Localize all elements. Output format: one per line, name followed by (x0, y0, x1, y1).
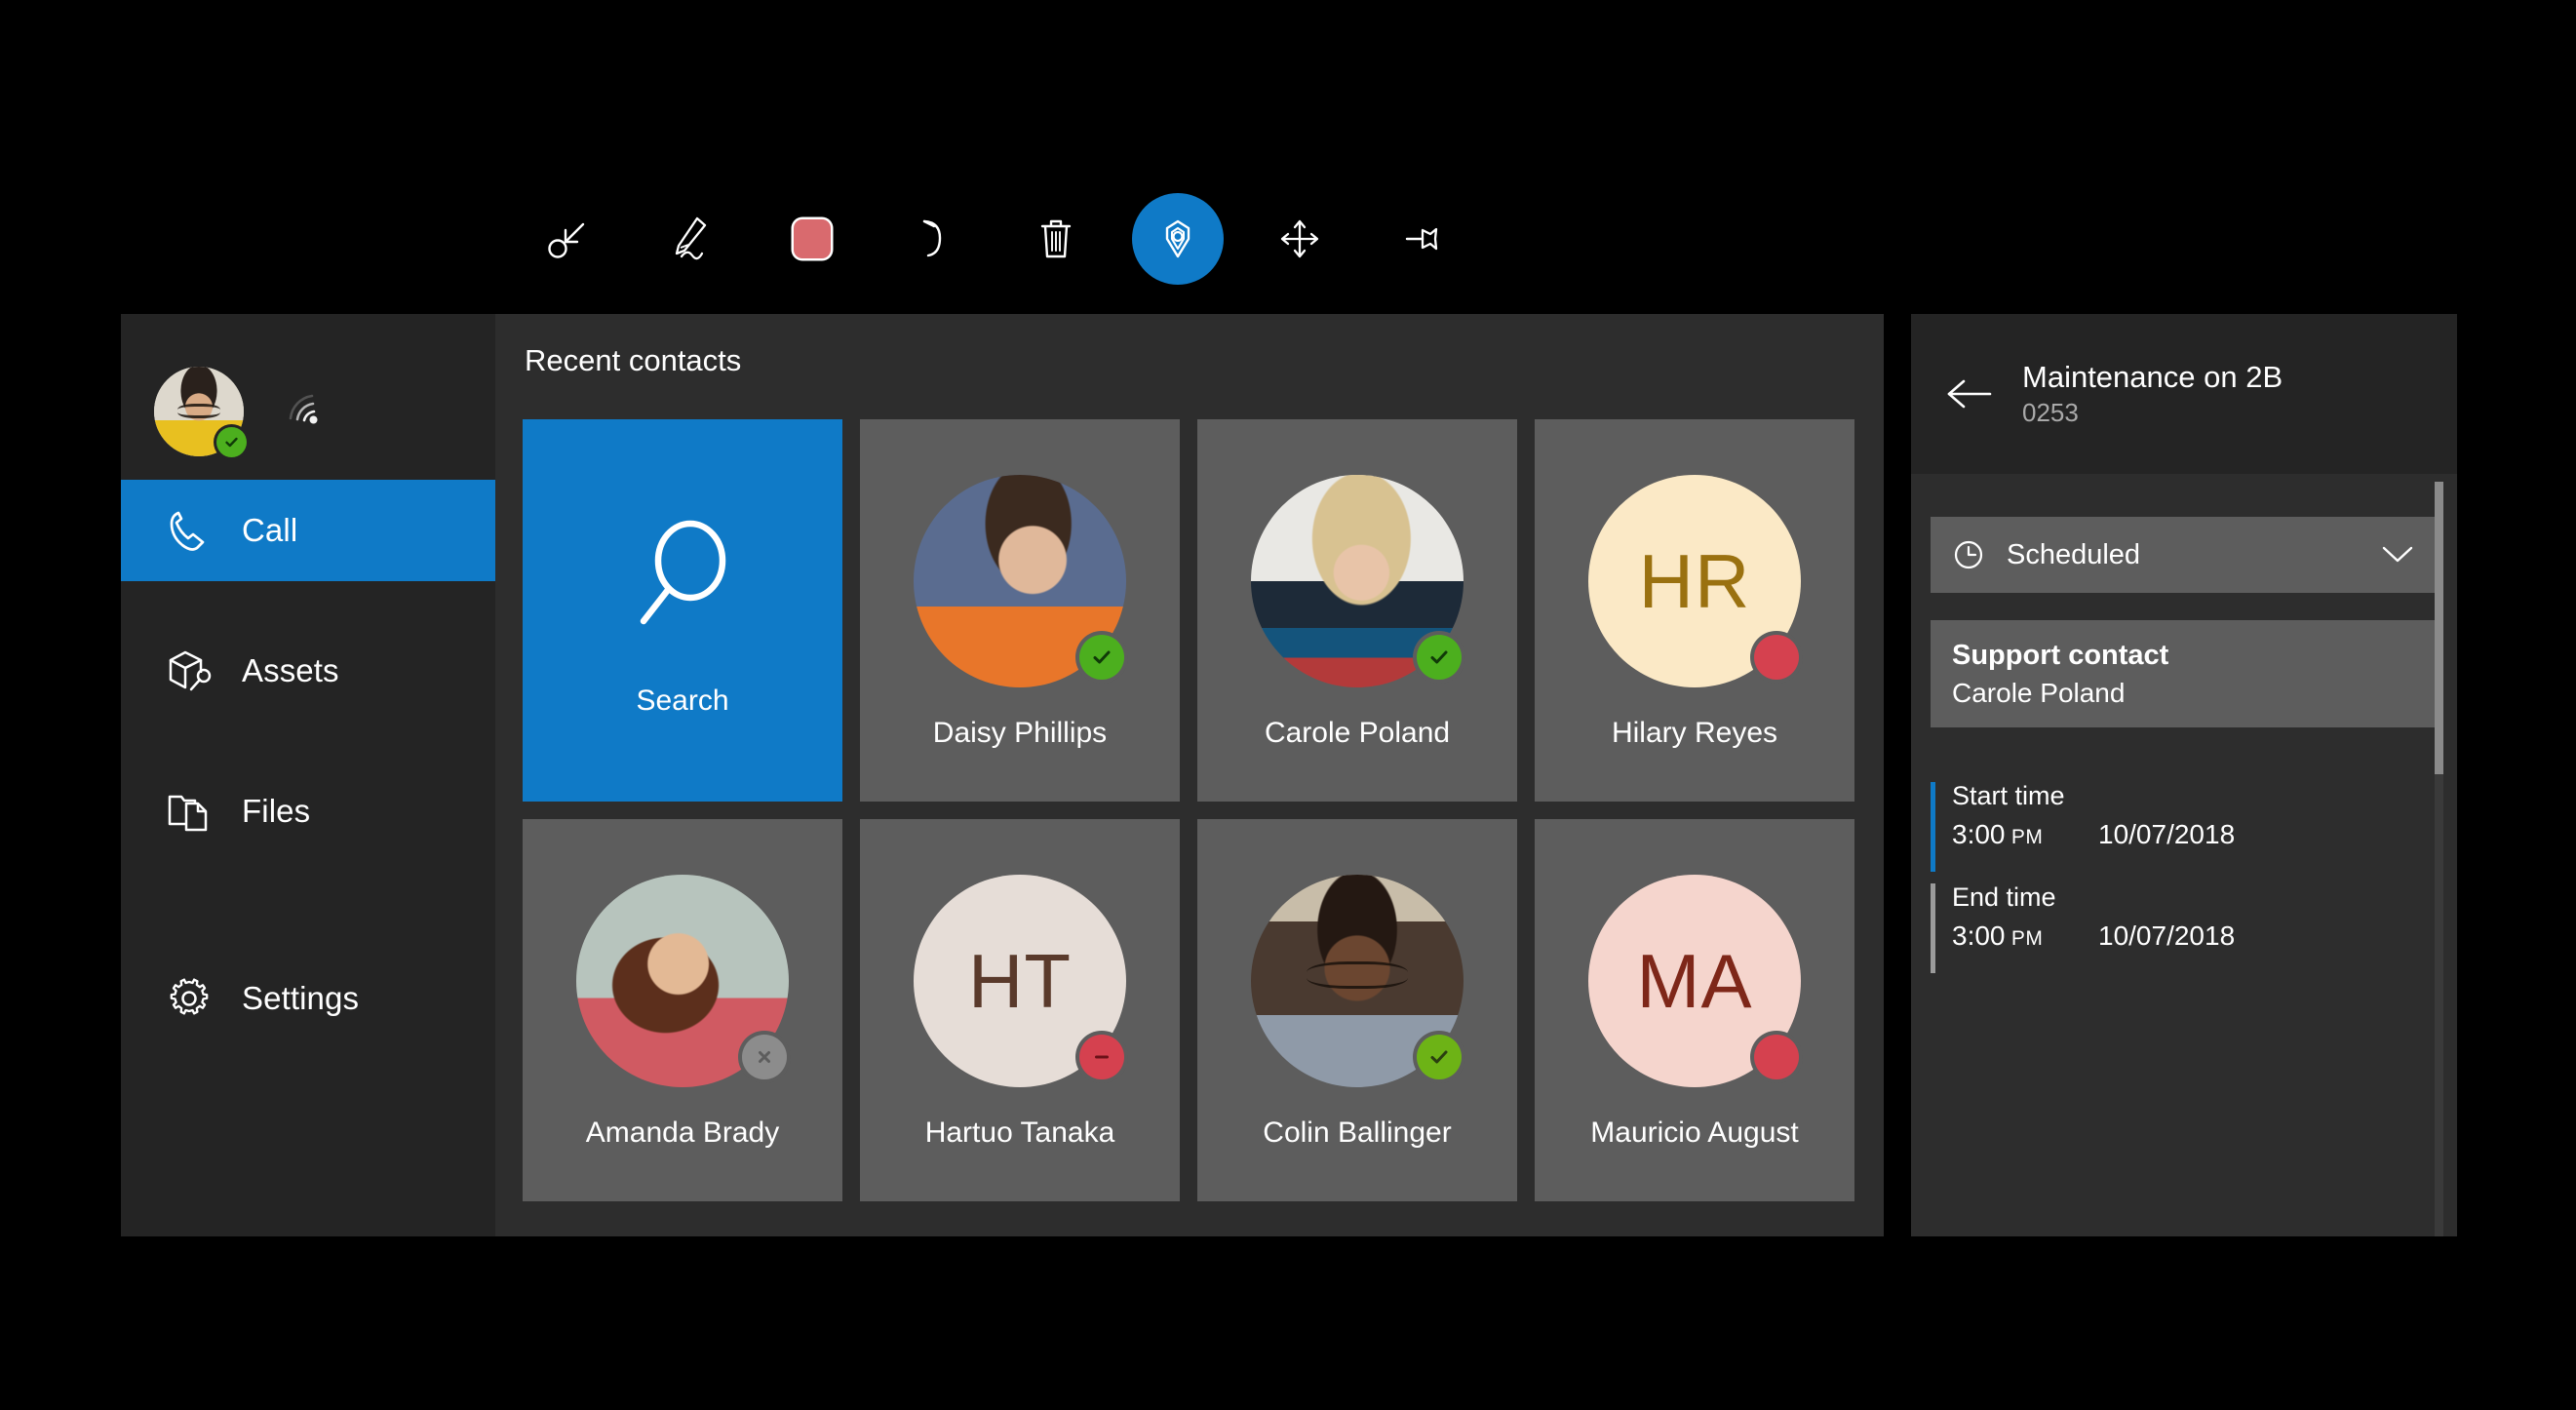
contact-name: Hartuo Tanaka (924, 1116, 1115, 1149)
support-contact-label: Support contact (1952, 639, 2169, 671)
panel-subtitle: 0253 (2022, 397, 2079, 427)
sidebar-item-label: Call (242, 512, 298, 548)
main-content: Recent contacts Search Daisy Phillips Ca… (495, 314, 1884, 1236)
trash-icon (1040, 219, 1071, 258)
back-arrow-icon[interactable] (1942, 376, 1997, 411)
contact-initials: HT (968, 938, 1072, 1024)
presence-badge-available (1079, 635, 1124, 680)
support-contact-row[interactable]: Support contact Carole Poland (1931, 620, 2438, 727)
sidebar-item-call[interactable]: Call (121, 480, 495, 581)
end-time-value: 3:00 PM (1952, 920, 2044, 951)
gear-icon (166, 975, 224, 1022)
profile-block[interactable] (154, 343, 476, 480)
color-swatch-icon (793, 219, 831, 258)
presence-badge-busy (1754, 1035, 1799, 1079)
location-pin-icon (1165, 219, 1190, 258)
end-time-block: End time 3:00 PM 10/07/2018 (1931, 882, 2438, 973)
search-icon (624, 514, 741, 646)
page-title: Recent contacts (525, 343, 742, 377)
start-time-value: 3:00 PM (1952, 818, 2044, 849)
move-tool-button[interactable] (1238, 178, 1360, 300)
presence-badge-available (1417, 1035, 1462, 1079)
contact-card[interactable]: HR Hilary Reyes (1535, 419, 1854, 802)
end-time-label: End time (1952, 882, 2056, 912)
contact-initials: HR (1638, 538, 1751, 624)
panel-scrollbar-thumb[interactable] (2435, 482, 2443, 774)
panel-scrollbar[interactable] (2435, 482, 2443, 1236)
contact-avatar (914, 475, 1126, 687)
support-contact-name: Carole Poland (1952, 677, 2126, 708)
contact-name: Amanda Brady (585, 1116, 780, 1149)
move-arrows-icon (1280, 219, 1318, 258)
contact-name: Colin Ballinger (1263, 1116, 1452, 1149)
color-tool-button[interactable] (751, 178, 873, 300)
files-icon (166, 788, 224, 835)
sidebar-item-files[interactable]: Files (121, 761, 495, 862)
start-time-block: Start time 3:00 PM 10/07/2018 (1931, 781, 2438, 872)
sidebar-item-label: Files (242, 793, 311, 829)
search-tile-label: Search (636, 684, 729, 717)
contact-card[interactable]: Colin Ballinger (1197, 819, 1517, 1201)
sidebar-item-label: Settings (242, 980, 360, 1016)
chevron-down-icon[interactable] (2381, 544, 2414, 566)
select-tool-button[interactable] (507, 178, 629, 300)
sidebar-item-settings[interactable]: Settings (121, 948, 495, 1049)
sidebar-item-label: Assets (242, 652, 339, 688)
avatar[interactable] (154, 367, 247, 457)
contact-initials: MA (1636, 938, 1753, 1024)
contact-avatar (576, 875, 789, 1087)
contact-card[interactable]: HT Hartuo Tanaka (860, 819, 1180, 1201)
app-root: Call Assets Files Settings Recent contac… (0, 0, 2576, 1410)
status-label: Scheduled (2007, 538, 2141, 570)
contact-card[interactable]: Daisy Phillips (860, 419, 1180, 802)
delete-tool-button[interactable] (995, 178, 1116, 300)
contact-card[interactable]: Amanda Brady (523, 819, 842, 1201)
start-time-label: Start time (1952, 781, 2065, 810)
clock-icon (1952, 538, 1985, 571)
pin-tool-button[interactable] (1360, 178, 1482, 300)
contact-avatar: HR (1588, 475, 1801, 687)
contacts-grid: Search Daisy Phillips Carole Poland HR H… (523, 419, 1868, 1201)
undo-tool-button[interactable] (873, 178, 995, 300)
undo-arrow-icon (922, 219, 941, 257)
status-dropdown[interactable]: Scheduled (1931, 517, 2438, 593)
contact-card[interactable]: MA Mauricio August (1535, 819, 1854, 1201)
panel-header: Maintenance on 2B 0253 (1911, 314, 2457, 474)
contact-avatar: MA (1588, 875, 1801, 1087)
phone-icon (166, 507, 224, 554)
presence-badge-busy (1754, 635, 1799, 680)
pen-icon (675, 216, 706, 260)
panel-title-group: Maintenance on 2B 0253 (2022, 360, 2283, 428)
annotation-toolbar (507, 176, 1911, 302)
assets-icon (166, 647, 224, 694)
contact-avatar (1251, 875, 1464, 1087)
pushpin-icon (1405, 227, 1437, 251)
contact-name: Mauricio August (1590, 1116, 1799, 1149)
sidebar-item-assets[interactable]: Assets (121, 620, 495, 722)
panel-title: Maintenance on 2B (2022, 359, 2283, 394)
contact-avatar (1251, 475, 1464, 687)
cursor-arrow-icon (547, 222, 584, 258)
wifi-icon (283, 389, 328, 435)
contact-name: Daisy Phillips (932, 717, 1108, 749)
search-tile[interactable]: Search (523, 419, 842, 802)
contact-card[interactable]: Carole Poland (1197, 419, 1517, 802)
presence-badge-available (216, 427, 247, 457)
contact-name: Carole Poland (1264, 717, 1451, 749)
left-sidebar: Call Assets Files Settings (121, 314, 495, 1236)
contact-avatar: HT (914, 875, 1126, 1087)
details-panel: Maintenance on 2B 0253 Scheduled Support… (1911, 314, 2457, 1236)
presence-badge-dnd (1079, 1035, 1124, 1079)
contact-name: Hilary Reyes (1611, 717, 1778, 749)
ink-tool-button[interactable] (629, 178, 751, 300)
presence-badge-offline (742, 1035, 787, 1079)
start-date-value: 10/07/2018 (2098, 818, 2236, 849)
place-marker-tool-button[interactable] (1116, 178, 1238, 300)
presence-badge-available (1417, 635, 1462, 680)
end-date-value: 10/07/2018 (2098, 920, 2236, 951)
